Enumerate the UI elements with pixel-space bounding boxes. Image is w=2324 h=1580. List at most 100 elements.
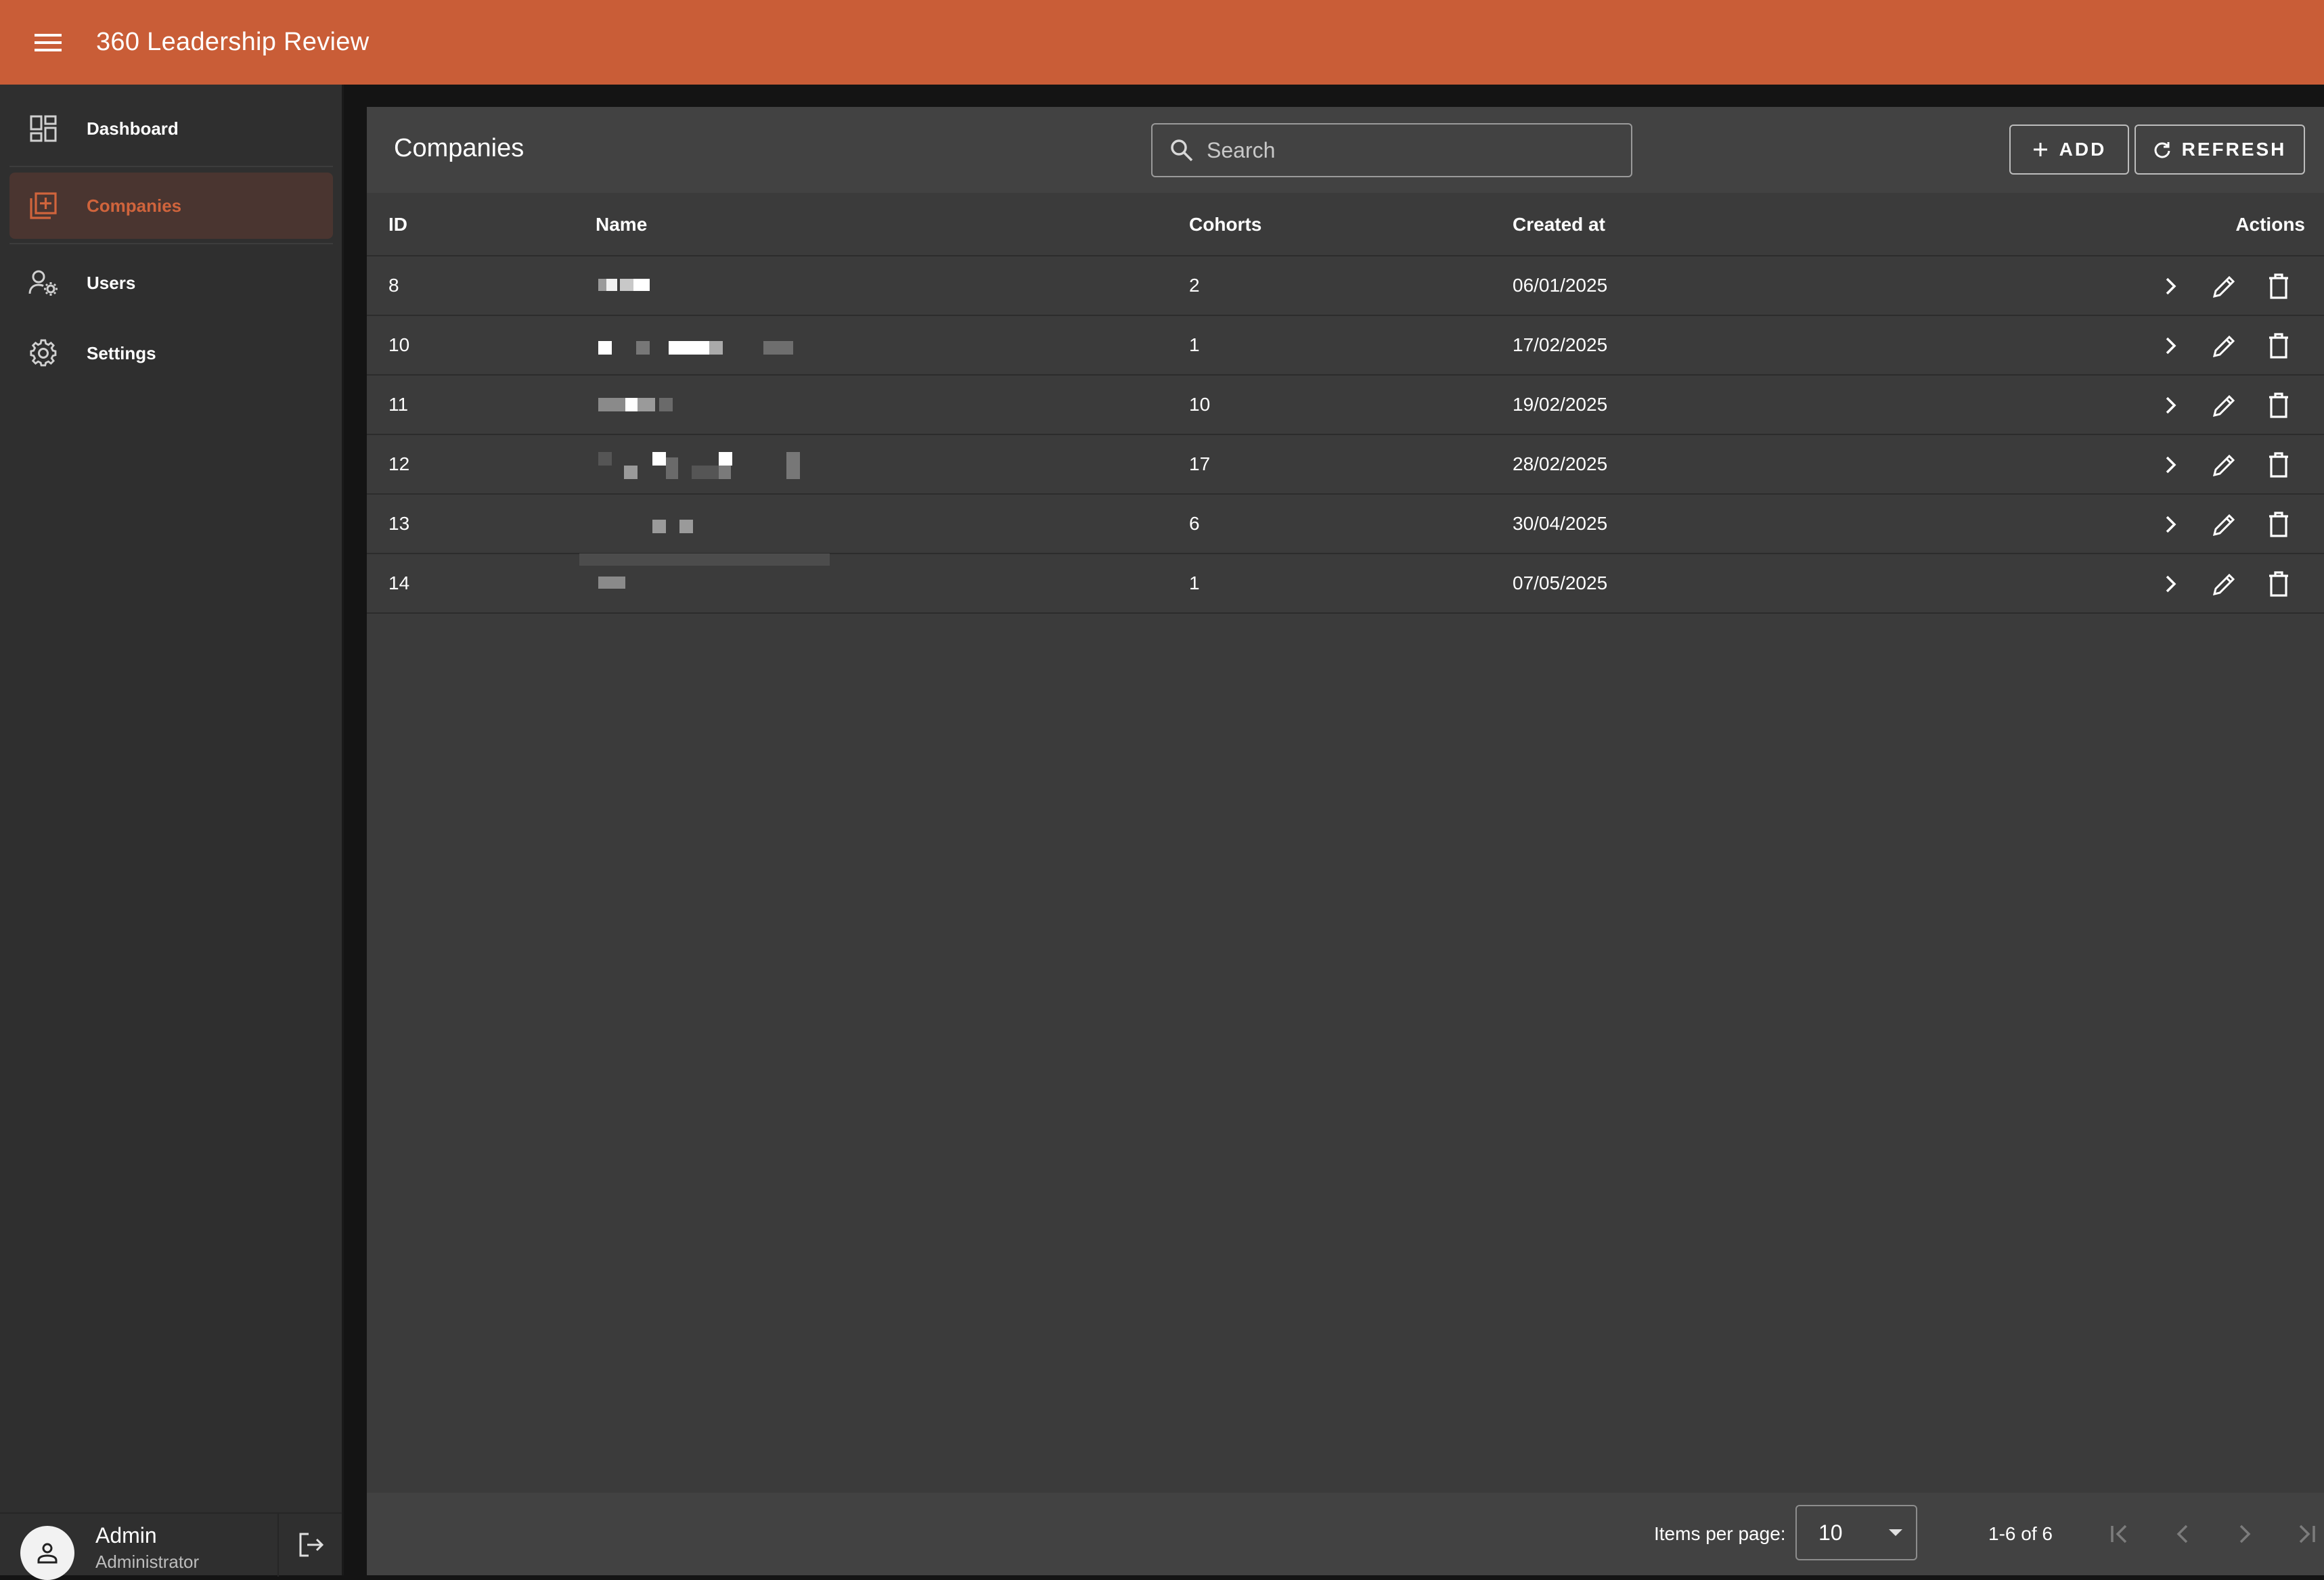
user-profile: Admin Administrator <box>0 1512 342 1580</box>
gear-icon <box>0 320 87 386</box>
delete-icon[interactable] <box>2262 448 2296 482</box>
dashboard-icon <box>0 95 87 162</box>
chevron-right-icon[interactable] <box>2153 567 2187 601</box>
cell-id: 14 <box>388 572 410 593</box>
column-header-name[interactable]: Name <box>596 193 647 256</box>
edit-icon[interactable] <box>2208 448 2241 482</box>
items-per-page-value: 10 <box>1818 1520 1843 1545</box>
table-row[interactable]: 8 2 06/01/2025 <box>367 256 2324 316</box>
previous-page-icon[interactable] <box>2166 1517 2199 1551</box>
add-button[interactable]: ADD <box>2009 125 2129 175</box>
column-header-cohorts[interactable]: Cohorts <box>1189 193 1261 256</box>
cell-id: 12 <box>388 453 410 474</box>
chevron-right-icon[interactable] <box>2153 329 2187 363</box>
top-toolbar: 360 Leadership Review <box>0 0 2324 85</box>
cell-name-redacted <box>596 256 839 315</box>
cell-id: 8 <box>388 275 399 296</box>
sidebar-item-label: Companies <box>87 195 182 216</box>
table-header: ID Name Cohorts Created at Actions <box>367 193 2324 256</box>
refresh-icon <box>2153 141 2171 158</box>
column-header-created-at[interactable]: Created at <box>1513 193 1605 256</box>
sidebar: Dashboard Companies Users Settings Admin… <box>0 85 344 1580</box>
sidebar-item-label: Settings <box>87 342 156 363</box>
edit-icon[interactable] <box>2208 388 2241 422</box>
chevron-right-icon[interactable] <box>2153 448 2187 482</box>
sidebar-divider <box>9 243 333 244</box>
cell-cohorts: 10 <box>1189 394 1211 415</box>
cell-name-redacted <box>596 554 839 612</box>
plus-icon <box>2032 141 2049 158</box>
search-field[interactable] <box>1151 123 1632 177</box>
paginator: Items per page: 10 1-6 of 6 <box>367 1493 2324 1575</box>
page-title: Companies <box>394 134 524 162</box>
delete-icon[interactable] <box>2262 269 2296 303</box>
caret-down-icon <box>1875 1529 1916 1537</box>
cell-name-redacted <box>596 376 839 434</box>
table-row[interactable]: 14 1 07/05/2025 <box>367 554 2324 614</box>
avatar[interactable] <box>20 1526 74 1580</box>
sidebar-item-companies[interactable]: Companies <box>9 173 333 239</box>
chevron-right-icon[interactable] <box>2153 269 2187 303</box>
sidebar-item-settings[interactable]: Settings <box>9 320 333 386</box>
cell-id: 13 <box>388 513 410 534</box>
edit-icon[interactable] <box>2208 269 2241 303</box>
manage-accounts-icon <box>0 250 87 316</box>
column-header-id[interactable]: ID <box>388 193 407 256</box>
cell-cohorts: 6 <box>1189 513 1200 534</box>
delete-icon[interactable] <box>2262 388 2296 422</box>
logout-icon[interactable] <box>291 1525 332 1565</box>
cell-name-redacted <box>596 435 839 493</box>
next-page-icon[interactable] <box>2228 1517 2262 1551</box>
delete-icon[interactable] <box>2262 567 2296 601</box>
app-title: 360 Leadership Review <box>96 28 370 56</box>
cell-created-at: 30/04/2025 <box>1513 513 1608 534</box>
edit-icon[interactable] <box>2208 507 2241 541</box>
search-icon <box>1158 125 1205 176</box>
add-button-label: ADD <box>2059 139 2107 160</box>
table-row[interactable]: 12 17 28/02/2025 <box>367 435 2324 495</box>
sidebar-item-dashboard[interactable]: Dashboard <box>9 95 333 162</box>
search-input[interactable] <box>1205 137 1611 164</box>
cell-created-at: 07/05/2025 <box>1513 572 1608 593</box>
refresh-button-label: REFRESH <box>2181 139 2287 160</box>
cell-id: 11 <box>388 394 409 415</box>
delete-icon[interactable] <box>2262 507 2296 541</box>
page-range-label: 1-6 of 6 <box>1988 1523 2053 1544</box>
hamburger-menu-icon[interactable] <box>0 0 96 85</box>
last-page-icon[interactable] <box>2289 1517 2323 1551</box>
edit-icon[interactable] <box>2208 329 2241 363</box>
first-page-icon[interactable] <box>2103 1517 2137 1551</box>
cell-name-redacted <box>579 495 839 566</box>
sidebar-item-label: Users <box>87 272 136 293</box>
items-per-page-select[interactable]: 10 <box>1795 1505 1917 1560</box>
sidebar-divider <box>9 166 333 167</box>
cell-cohorts: 17 <box>1189 453 1211 474</box>
library-add-icon <box>0 173 87 239</box>
delete-icon[interactable] <box>2262 329 2296 363</box>
items-per-page-label: Items per page: <box>1654 1523 1786 1544</box>
sidebar-item-label: Dashboard <box>87 118 179 139</box>
table-row[interactable]: 10 1 17/02/2025 <box>367 316 2324 376</box>
refresh-button[interactable]: REFRESH <box>2135 125 2305 175</box>
cell-name-redacted <box>596 316 839 374</box>
cell-created-at: 17/02/2025 <box>1513 334 1608 355</box>
divider <box>277 1514 279 1577</box>
sidebar-item-users[interactable]: Users <box>9 250 333 316</box>
chevron-right-icon[interactable] <box>2153 388 2187 422</box>
chevron-right-icon[interactable] <box>2153 507 2187 541</box>
column-header-actions: Actions <box>2235 214 2305 235</box>
cell-created-at: 19/02/2025 <box>1513 394 1608 415</box>
cell-cohorts: 1 <box>1189 572 1200 593</box>
user-name: Admin <box>95 1523 157 1548</box>
cell-cohorts: 2 <box>1189 275 1200 296</box>
cell-created-at: 06/01/2025 <box>1513 275 1608 296</box>
cell-id: 10 <box>388 334 410 355</box>
companies-card: Companies ADD REFRESH ID <box>367 107 2324 1575</box>
card-header: Companies ADD REFRESH <box>367 107 2324 193</box>
table-row[interactable]: 13 6 30/04/2025 <box>367 495 2324 566</box>
table-row[interactable]: 11 10 19/02/2025 <box>367 376 2324 435</box>
cell-cohorts: 1 <box>1189 334 1200 355</box>
edit-icon[interactable] <box>2208 567 2241 601</box>
cell-created-at: 28/02/2025 <box>1513 453 1608 474</box>
user-role: Administrator <box>95 1552 200 1572</box>
